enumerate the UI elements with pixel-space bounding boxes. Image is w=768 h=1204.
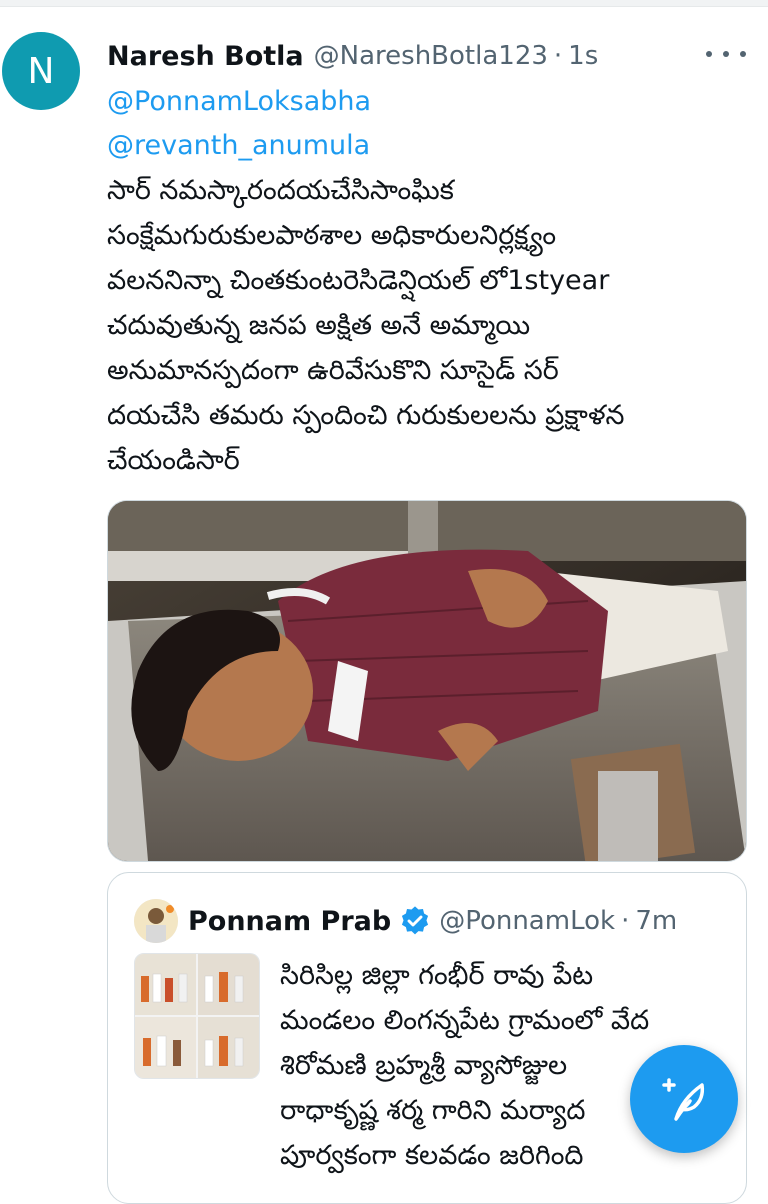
more-options-icon[interactable] <box>706 46 746 62</box>
mention-link[interactable]: @PonnamLoksabha <box>107 82 371 122</box>
quoted-author-avatar[interactable] <box>134 899 178 943</box>
mention-link[interactable]: @revanth_anumula <box>107 126 370 166</box>
compose-feather-icon <box>662 1078 705 1121</box>
quoted-photo-grid[interactable] <box>134 953 260 1079</box>
photo-illustration <box>108 501 746 861</box>
quoted-author-handle[interactable]: @PonnamLok <box>439 906 615 936</box>
tweet-header: Naresh Botla @NareshBotla123 · 1s <box>107 34 598 78</box>
tweet-text-line: దయచేసి తమరు స్పందించి గురుకులలను ప్రక్షా… <box>107 400 625 431</box>
avatar-letter: N <box>27 50 55 92</box>
top-divider <box>0 0 768 7</box>
more-dot <box>723 51 729 57</box>
quoted-text-line: సిరిసిల్ల జిల్లా గంభీర్ రావు పేట <box>280 960 594 991</box>
more-dot <box>740 51 746 57</box>
quoted-author-name[interactable]: Ponnam Prab <box>188 906 391 937</box>
author-avatar[interactable]: N <box>2 32 80 110</box>
separator-dot: · <box>553 41 563 71</box>
tweet-text: సార్ నమస్కారందయచేసిసాంఘిక సంక్షేమగురుకుల… <box>107 168 747 483</box>
tweet-photo[interactable] <box>107 500 747 862</box>
compose-button[interactable] <box>630 1045 738 1153</box>
tweet-text-line: అనుమానస్పదంగా ఉరివేసుకొని సూసైడ్ సర్ <box>107 355 559 386</box>
author-display-name[interactable]: Naresh Botla <box>107 41 304 72</box>
author-handle[interactable]: @NareshBotla123 <box>314 41 548 71</box>
tweet-time[interactable]: 1s <box>568 41 598 71</box>
quoted-tweet-header: Ponnam Prab @PonnamLok · 7m <box>188 899 677 943</box>
tweet-text-line: సంక్షేమగురుకులపాఠశాల అధికారులనిర్లక్ష్యం <box>107 220 557 251</box>
tweet-text-line: వలననిన్నా చింతకుంటరెసిడెన్షియల్ లో1styea… <box>107 265 610 296</box>
quoted-tweet[interactable]: Ponnam Prab @PonnamLok · 7m సిరిసిల్ల జి… <box>107 872 747 1204</box>
quoted-tweet-time[interactable]: 7m <box>635 906 677 936</box>
quoted-photo-collage <box>135 954 259 1078</box>
separator-dot: · <box>621 906 630 936</box>
quoted-text-line: మండలం లింగన్నపేట గ్రామంలో వేద <box>280 1005 650 1036</box>
verified-badge-icon <box>402 906 429 935</box>
tweet-text-line: చదువుతున్న జనప అక్షిత అనే అమ్మాయి <box>107 310 531 341</box>
quoted-avatar-image <box>134 899 178 943</box>
more-dot <box>706 51 712 57</box>
tweet-text-line: చేయండిసార్ <box>107 445 240 476</box>
tweet-text-line: సార్ నమస్కారందయచేసిసాంఘిక <box>107 175 454 206</box>
